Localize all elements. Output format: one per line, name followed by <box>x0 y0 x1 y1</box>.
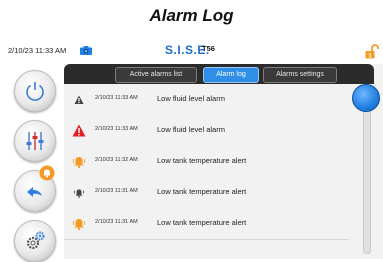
tab-alarms-settings[interactable]: Alarms settings <box>263 67 337 83</box>
alarm-message: Low tank temperature alert <box>157 156 247 165</box>
datetime: 2/10/23 11:33 AM <box>8 46 67 55</box>
alarm-time: 2/10/23 11:33 AM <box>95 95 138 101</box>
alarm-message: Low fluid level alarm <box>157 94 225 103</box>
back-arrow-icon <box>27 187 42 197</box>
alarm-row[interactable]: 2/10/23 11:32 AM Low tank temperature al… <box>64 146 349 178</box>
bell-orange-icon <box>72 157 86 168</box>
alarm-message: Low tank temperature alert <box>157 187 247 196</box>
power-button[interactable] <box>14 70 56 112</box>
tab-alarm-log[interactable]: Alarm log <box>203 67 259 83</box>
scrollbar[interactable] <box>352 84 380 254</box>
power-icon <box>26 82 44 101</box>
alarm-time: 2/10/23 11:32 AM <box>95 157 138 163</box>
settings-button[interactable] <box>14 220 56 262</box>
scrollbar-thumb[interactable] <box>352 84 380 112</box>
bell-badge-icon <box>39 165 55 181</box>
unlocked-padlock-icon[interactable]: 1 <box>365 44 379 59</box>
alarm-time: 2/10/23 11:31 AM <box>95 188 138 194</box>
tab-active-alarms-list[interactable]: Active alarms list <box>115 67 197 83</box>
model-label: T56 <box>202 44 215 53</box>
alarm-time: 2/10/23 11:31 AM <box>95 219 138 225</box>
warning-triangle-dark-icon <box>74 95 84 104</box>
alarm-row[interactable]: 2/10/23 11:33 AM Low fluid level alarm <box>64 84 349 116</box>
sliders-icon <box>26 132 44 150</box>
page-title: Alarm Log <box>149 6 234 25</box>
bell-orange-icon <box>72 219 86 230</box>
alarm-row[interactable]: 2/10/23 11:33 AM Low fluid level alarm <box>64 115 349 147</box>
camera-icon[interactable] <box>80 46 92 55</box>
warning-triangle-red-icon <box>72 124 86 137</box>
alarm-message: Low fluid level alarm <box>157 125 225 134</box>
alarm-message: Low tank temperature alert <box>157 218 247 227</box>
bell-dark-icon <box>73 189 85 198</box>
alarm-row[interactable]: 2/10/23 11:31 AM Low tank temperature al… <box>64 177 349 209</box>
top-bar: 2/10/23 11:33 AM S.I.S.E. T56 1 <box>0 42 383 64</box>
adjust-button[interactable] <box>14 120 56 162</box>
back-alarms-button[interactable] <box>14 165 56 212</box>
tab-bar: Active alarms list Alarm log Alarms sett… <box>64 64 374 84</box>
alarm-time: 2/10/23 11:33 AM <box>95 126 138 132</box>
gears-icon <box>26 231 45 250</box>
alarm-row[interactable]: 2/10/23 11:31 AM Low tank temperature al… <box>64 208 349 240</box>
